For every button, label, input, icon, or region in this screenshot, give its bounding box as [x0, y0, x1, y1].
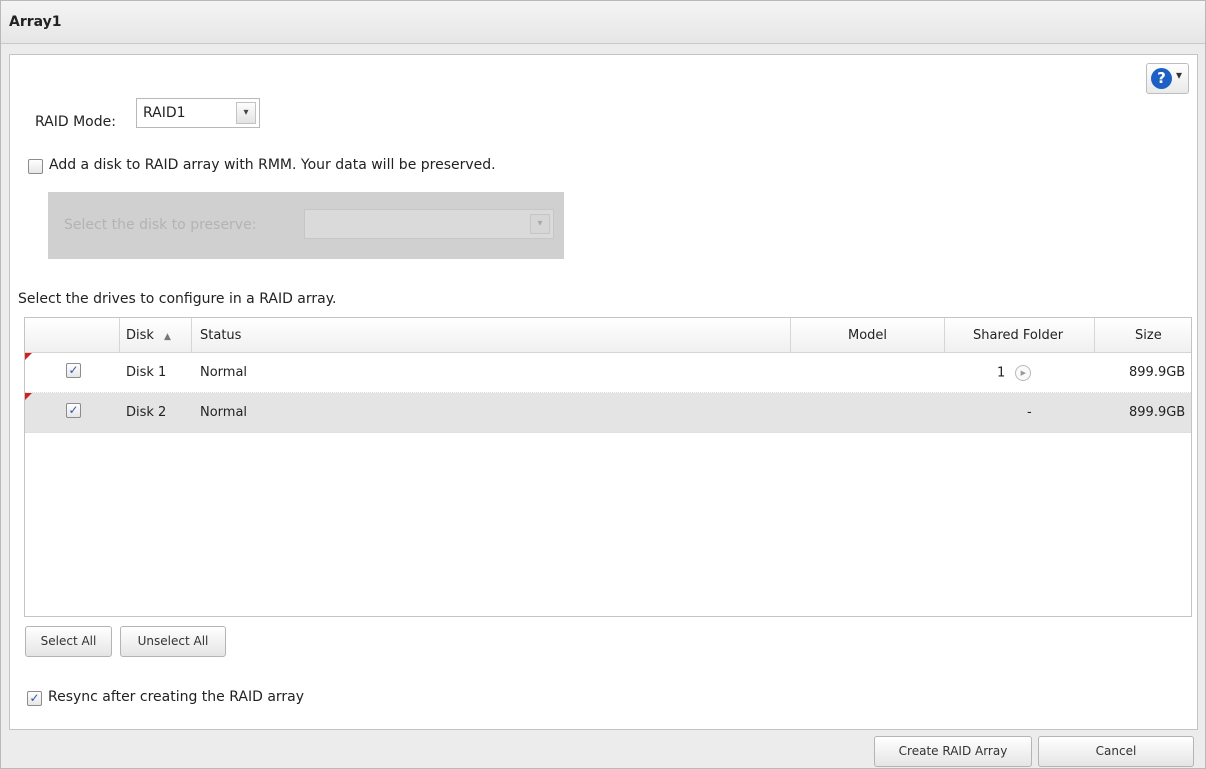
create-raid-array-button[interactable]: Create RAID Array: [874, 736, 1032, 767]
resync-label: Resync after creating the RAID array: [48, 689, 305, 705]
status-cell: Normal: [200, 405, 248, 420]
status-cell: Normal: [200, 365, 248, 380]
column-separator: [944, 318, 945, 352]
dialog-title: Array1: [9, 14, 62, 30]
preserve-disk-panel: Select the disk to preserve: ▾: [48, 192, 564, 259]
rmm-label: Add a disk to RAID array with RMM. Your …: [49, 157, 496, 173]
modified-marker: [25, 393, 32, 400]
column-separator: [119, 318, 120, 352]
modified-marker: [25, 353, 32, 360]
preserve-disk-select: ▾: [304, 209, 554, 239]
dialog-content: ? ▾ RAID Mode: RAID1 ▾ Add a disk to RAI…: [9, 54, 1198, 730]
resync-checkbox[interactable]: ✓: [27, 691, 42, 706]
table-row[interactable]: ✓ Disk 1 Normal 1 ▶ 899.9GB: [25, 353, 1191, 393]
shared-folder-count: 1: [997, 365, 1006, 381]
size-cell: 899.9GB: [1129, 365, 1186, 380]
chevron-down-icon: ▾: [1176, 68, 1183, 82]
raid-mode-label: RAID Mode:: [35, 114, 116, 130]
column-separator: [191, 318, 192, 352]
column-header-size[interactable]: Size: [1135, 328, 1162, 343]
raid-mode-value: RAID1: [143, 105, 186, 121]
shared-folder-cell: -: [1027, 405, 1032, 420]
column-separator: [1094, 318, 1095, 352]
chevron-down-icon[interactable]: ▾: [236, 102, 256, 124]
raid-mode-select[interactable]: RAID1 ▾: [136, 98, 260, 128]
help-icon: ?: [1151, 68, 1172, 89]
column-separator: [790, 318, 791, 352]
chevron-down-icon: ▾: [530, 214, 550, 234]
size-cell: 899.9GB: [1129, 405, 1186, 420]
row-checkbox[interactable]: ✓: [66, 363, 81, 378]
drives-table: Disk ▲ Status Model Shared Folder Size ✓ …: [24, 317, 1192, 617]
disk-cell: Disk 1: [126, 365, 167, 380]
disk-cell: Disk 2: [126, 405, 167, 420]
column-header-disk[interactable]: Disk ▲: [126, 328, 171, 343]
table-header: Disk ▲ Status Model Shared Folder Size: [25, 318, 1191, 353]
preserve-disk-label: Select the disk to preserve:: [64, 217, 257, 233]
dialog-titlebar: Array1: [1, 1, 1205, 44]
column-header-status[interactable]: Status: [200, 328, 241, 343]
row-checkbox[interactable]: ✓: [66, 403, 81, 418]
unselect-all-button[interactable]: Unselect All: [120, 626, 226, 657]
raid-array-dialog: Array1 ? ▾ RAID Mode: RAID1 ▾ Add a disk…: [0, 0, 1206, 769]
select-all-button[interactable]: Select All: [25, 626, 112, 657]
shared-folder-cell: 1 ▶: [997, 365, 1032, 381]
column-header-model[interactable]: Model: [848, 328, 887, 343]
drives-instruction: Select the drives to configure in a RAID…: [18, 291, 337, 307]
column-header-shared-folder[interactable]: Shared Folder: [973, 328, 1063, 343]
rmm-checkbox[interactable]: [28, 159, 43, 174]
help-button[interactable]: ? ▾: [1146, 63, 1189, 94]
sort-ascending-icon: ▲: [163, 332, 171, 342]
column-header-disk-label: Disk: [126, 328, 154, 343]
cancel-button[interactable]: Cancel: [1038, 736, 1194, 767]
play-icon[interactable]: ▶: [1015, 365, 1032, 381]
table-row[interactable]: ✓ Disk 2 Normal - 899.9GB: [25, 393, 1191, 433]
